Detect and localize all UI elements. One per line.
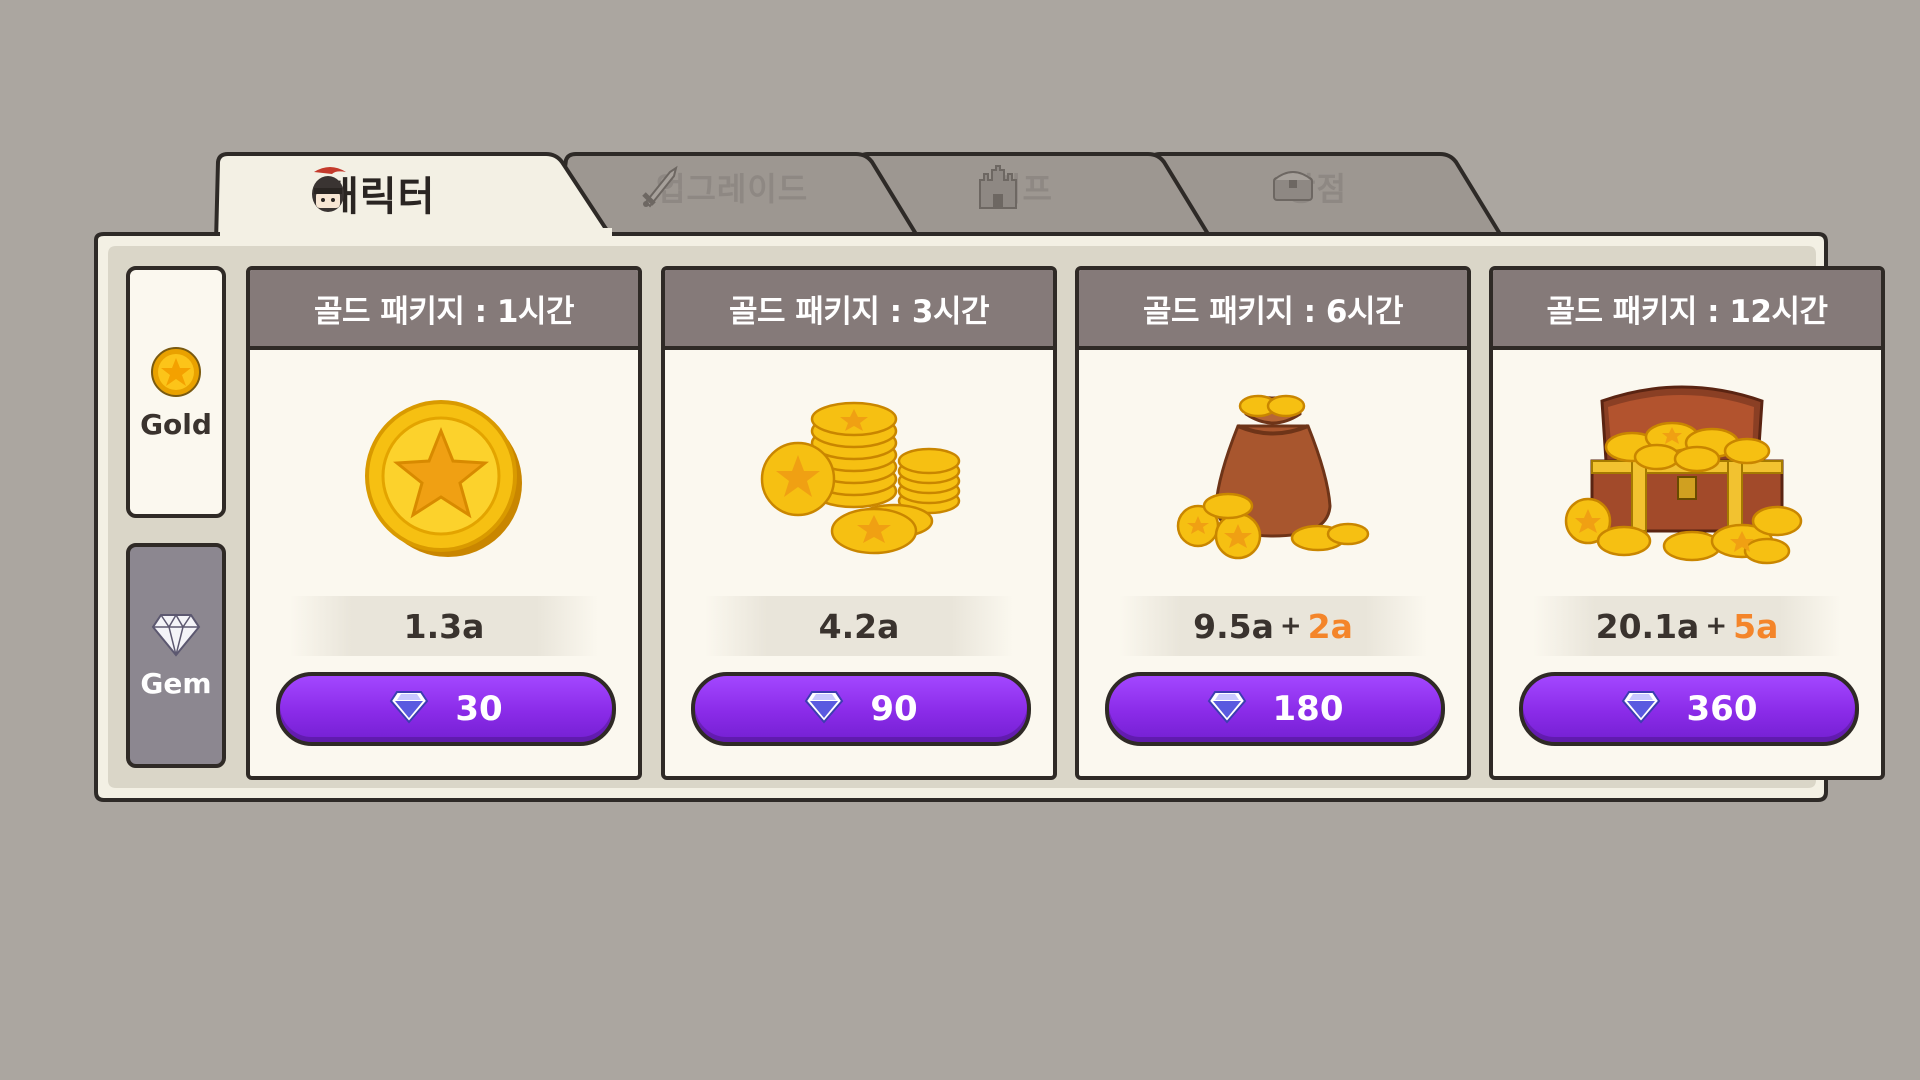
gold-amount-value: 1.3a: [403, 606, 485, 646]
package-card: 골드 패키지 : 1시간 1.3a 30: [246, 266, 642, 780]
diamond-icon: [1621, 690, 1661, 728]
gold-amount: 20.1a + 5a: [1533, 596, 1841, 656]
buy-price: 30: [455, 689, 503, 729]
package-card: 골드 패키지 : 6시간 9.5a + 2a 180: [1075, 266, 1471, 780]
active-tab-joint: [220, 228, 612, 238]
diamond-icon: [389, 690, 429, 728]
tab-character[interactable]: 캐릭터: [214, 150, 616, 243]
buy-button[interactable]: 90: [691, 672, 1031, 746]
buy-price: 360: [1686, 689, 1758, 729]
package-card: 골드 패키지 : 12시간 20.1a + 5a 360: [1489, 266, 1885, 780]
package-card: 골드 패키지 : 3시간 4.2a 90: [661, 266, 1057, 780]
package-title: 골드 패키지 : 12시간: [1493, 270, 1881, 350]
package-title: 골드 패키지 : 1시간: [250, 270, 638, 350]
diamond-icon: [1207, 690, 1247, 728]
gold-amount: 4.2a: [705, 596, 1013, 656]
coin-bag-image: [1079, 366, 1467, 586]
side-tab-gold[interactable]: Gold: [126, 266, 226, 518]
bonus-amount: 5a: [1733, 606, 1779, 646]
side-tab-label: Gem: [140, 667, 212, 700]
side-tab-gem[interactable]: Gem: [126, 543, 226, 768]
package-title: 골드 패키지 : 3시간: [665, 270, 1053, 350]
treasure-chest-image: [1493, 366, 1881, 586]
gold-amount: 1.3a: [290, 596, 598, 656]
single-coin-image: [250, 366, 638, 586]
side-tab-label: Gold: [140, 408, 212, 441]
buy-button[interactable]: 180: [1105, 672, 1445, 746]
package-title: 골드 패키지 : 6시간: [1079, 270, 1467, 350]
gold-amount: 9.5a + 2a: [1119, 596, 1427, 656]
gold-coin-icon: [150, 347, 202, 402]
gold-amount-value: 4.2a: [818, 606, 900, 646]
plus-sign: +: [1705, 611, 1728, 641]
buy-price: 90: [870, 689, 918, 729]
plus-sign: +: [1279, 611, 1302, 641]
buy-button[interactable]: 360: [1519, 672, 1859, 746]
buy-button[interactable]: 30: [276, 672, 616, 746]
bonus-amount: 2a: [1307, 606, 1353, 646]
coin-stacks-image: [665, 366, 1053, 586]
diamond-icon: [151, 613, 201, 661]
diamond-icon: [804, 690, 844, 728]
gold-amount-value: 9.5a: [1193, 606, 1274, 646]
gold-amount-value: 20.1a: [1595, 606, 1700, 646]
buy-price: 180: [1272, 689, 1344, 729]
